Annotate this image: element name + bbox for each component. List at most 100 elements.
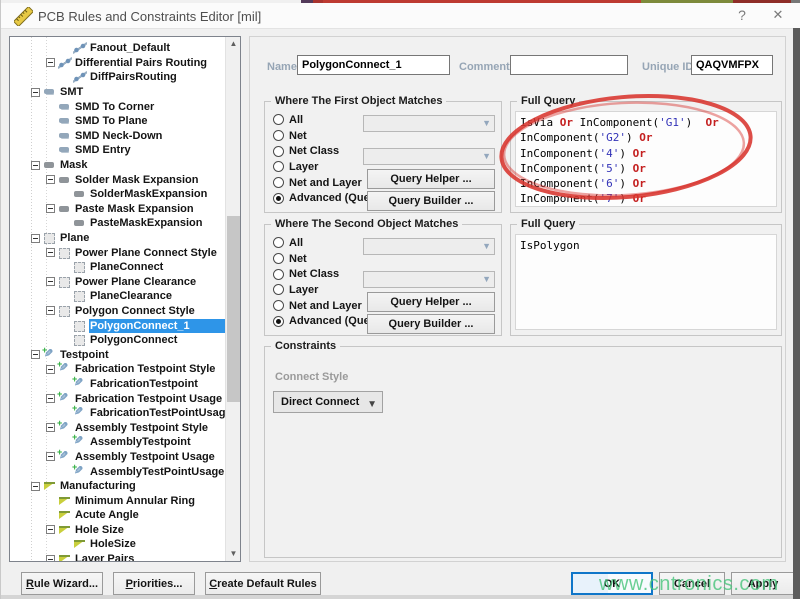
scrollbar-thumb[interactable] bbox=[227, 216, 240, 402]
radio-icon[interactable] bbox=[273, 177, 284, 188]
tree-item-label[interactable]: SMD To Corner bbox=[74, 100, 157, 114]
priorities-button[interactable]: Priorities... bbox=[113, 572, 195, 595]
tree-item-label[interactable]: Assembly Testpoint Style bbox=[74, 421, 211, 435]
tree-item[interactable]: Differential Pairs Routing bbox=[10, 56, 225, 71]
tree-item-label[interactable]: SMD Entry bbox=[74, 143, 134, 157]
tree-item-label[interactable]: PlaneConnect bbox=[89, 260, 166, 274]
close-button[interactable]: ✕ bbox=[765, 7, 791, 23]
tree-item[interactable]: Hole Size bbox=[10, 523, 225, 538]
second-net-dropdown[interactable]: ▼ bbox=[363, 238, 495, 255]
tree-item-label[interactable]: PasteMaskExpansion bbox=[89, 216, 206, 230]
tree-item-label[interactable]: SMT bbox=[59, 85, 86, 99]
tree-item-label[interactable]: Assembly Testpoint Usage bbox=[74, 450, 218, 464]
tree-item[interactable]: SolderMaskExpansion bbox=[10, 187, 225, 202]
help-button[interactable]: ? bbox=[729, 7, 755, 23]
tree-item-label[interactable]: Manufacturing bbox=[59, 479, 139, 493]
full-query-2-text[interactable]: IsPolygon bbox=[515, 234, 777, 330]
connect-style-dropdown[interactable]: Direct Connect ▼ bbox=[273, 391, 383, 413]
collapse-icon[interactable] bbox=[46, 423, 55, 432]
collapse-icon[interactable] bbox=[31, 88, 40, 97]
collapse-icon[interactable] bbox=[46, 277, 55, 286]
collapse-icon[interactable] bbox=[31, 482, 40, 491]
tree-item-label[interactable]: Fabrication Testpoint Style bbox=[74, 362, 218, 376]
tree-item[interactable]: Minimum Annular Ring bbox=[10, 493, 225, 508]
tree-item[interactable]: HoleSize bbox=[10, 537, 225, 552]
tree-item-label[interactable]: Plane bbox=[59, 231, 92, 245]
collapse-icon[interactable] bbox=[46, 452, 55, 461]
collapse-icon[interactable] bbox=[46, 306, 55, 315]
tree-item-label[interactable]: Power Plane Connect Style bbox=[74, 246, 220, 260]
unique-id-input[interactable] bbox=[691, 55, 773, 75]
collapse-icon[interactable] bbox=[31, 161, 40, 170]
collapse-icon[interactable] bbox=[46, 58, 55, 67]
tree-item-label[interactable]: DiffPairsRouting bbox=[89, 70, 180, 84]
tree-item-label[interactable]: Acute Angle bbox=[74, 508, 142, 522]
tree-item-label[interactable]: Power Plane Clearance bbox=[74, 275, 199, 289]
tree-item-label[interactable]: PlaneClearance bbox=[89, 289, 175, 303]
apply-button[interactable]: Apply bbox=[731, 572, 795, 595]
tree-item[interactable]: SMD Entry bbox=[10, 143, 225, 158]
collapse-icon[interactable] bbox=[46, 394, 55, 403]
tree-item-label[interactable]: Solder Mask Expansion bbox=[74, 173, 201, 187]
tree-item[interactable]: Assembly Testpoint Style bbox=[10, 420, 225, 435]
tree-item[interactable]: FabricationTestpoint bbox=[10, 377, 225, 392]
radio-icon[interactable] bbox=[273, 193, 284, 204]
second-netclass-dropdown[interactable]: ▼ bbox=[363, 271, 495, 288]
tree-item[interactable]: PolygonConnect_1 bbox=[10, 318, 225, 333]
tree-item[interactable]: Assembly Testpoint Usage bbox=[10, 450, 225, 465]
radio-icon[interactable] bbox=[273, 253, 284, 264]
tree-item[interactable]: AssemblyTestPointUsage bbox=[10, 464, 225, 479]
tree-item[interactable]: PlaneConnect bbox=[10, 260, 225, 275]
tree-item[interactable]: Power Plane Clearance bbox=[10, 275, 225, 290]
collapse-icon[interactable] bbox=[46, 365, 55, 374]
radio-icon[interactable] bbox=[273, 237, 284, 248]
tree-scrollbar[interactable]: ▲ ▼ bbox=[225, 37, 240, 561]
tree-item-label[interactable]: Layer Pairs bbox=[74, 552, 137, 562]
collapse-icon[interactable] bbox=[46, 525, 55, 534]
radio-icon[interactable] bbox=[273, 161, 284, 172]
tree-item-label[interactable]: SMD Neck-Down bbox=[74, 129, 165, 143]
tree-item-label[interactable]: FabricationTestpoint bbox=[89, 377, 201, 391]
first-net-dropdown[interactable]: ▼ bbox=[363, 115, 495, 132]
tree-item-label[interactable]: Hole Size bbox=[74, 523, 127, 537]
tree-item-label[interactable]: AssemblyTestPointUsage bbox=[89, 465, 227, 479]
tree-item-label[interactable]: Polygon Connect Style bbox=[74, 304, 198, 318]
tree-item[interactable]: SMD To Plane bbox=[10, 114, 225, 129]
first-query-helper-button[interactable]: Query Helper ... bbox=[367, 169, 495, 189]
tree-item[interactable]: FabricationTestPointUsage bbox=[10, 406, 225, 421]
tree-item[interactable]: AssemblyTestpoint bbox=[10, 435, 225, 450]
radio-icon[interactable] bbox=[273, 300, 284, 311]
tree-item-label[interactable]: Testpoint bbox=[59, 348, 112, 362]
tree-item-label[interactable]: Differential Pairs Routing bbox=[74, 56, 210, 70]
tree-item[interactable]: Fanout_Default bbox=[10, 41, 225, 56]
tree-item[interactable]: Fabrication Testpoint Usage bbox=[10, 391, 225, 406]
radio-icon[interactable] bbox=[273, 114, 284, 125]
tree-item[interactable]: SMD To Corner bbox=[10, 99, 225, 114]
radio-icon[interactable] bbox=[273, 316, 284, 327]
comment-input[interactable] bbox=[510, 55, 628, 75]
tree-item-label[interactable]: Paste Mask Expansion bbox=[74, 202, 197, 216]
radio-icon[interactable] bbox=[273, 284, 284, 295]
tree-item[interactable]: PasteMaskExpansion bbox=[10, 216, 225, 231]
tree-item[interactable]: Acute Angle bbox=[10, 508, 225, 523]
tree-item[interactable]: SMD Neck-Down bbox=[10, 129, 225, 144]
ok-button[interactable]: OK bbox=[571, 572, 653, 595]
tree-item[interactable]: Layer Pairs bbox=[10, 552, 225, 562]
scroll-up-icon[interactable]: ▲ bbox=[226, 37, 241, 51]
second-query-builder-button[interactable]: Query Builder ... bbox=[367, 314, 495, 334]
tree-item[interactable]: Fabrication Testpoint Style bbox=[10, 362, 225, 377]
collapse-icon[interactable] bbox=[46, 204, 55, 213]
tree-item-label[interactable]: AssemblyTestpoint bbox=[89, 435, 194, 449]
collapse-icon[interactable] bbox=[31, 234, 40, 243]
tree-item-label[interactable]: PolygonConnect bbox=[89, 333, 180, 347]
first-query-builder-button[interactable]: Query Builder ... bbox=[367, 191, 495, 211]
name-input[interactable] bbox=[297, 55, 450, 75]
tree-item[interactable]: Testpoint bbox=[10, 347, 225, 362]
tree-item-label[interactable]: Fanout_Default bbox=[89, 41, 173, 55]
collapse-icon[interactable] bbox=[46, 248, 55, 257]
tree-item[interactable]: Mask bbox=[10, 158, 225, 173]
tree-item-label[interactable]: SolderMaskExpansion bbox=[89, 187, 210, 201]
tree-item[interactable]: Paste Mask Expansion bbox=[10, 202, 225, 217]
rule-wizard-button[interactable]: Rule Wizard... bbox=[21, 572, 103, 595]
tree-item[interactable]: Power Plane Connect Style bbox=[10, 245, 225, 260]
